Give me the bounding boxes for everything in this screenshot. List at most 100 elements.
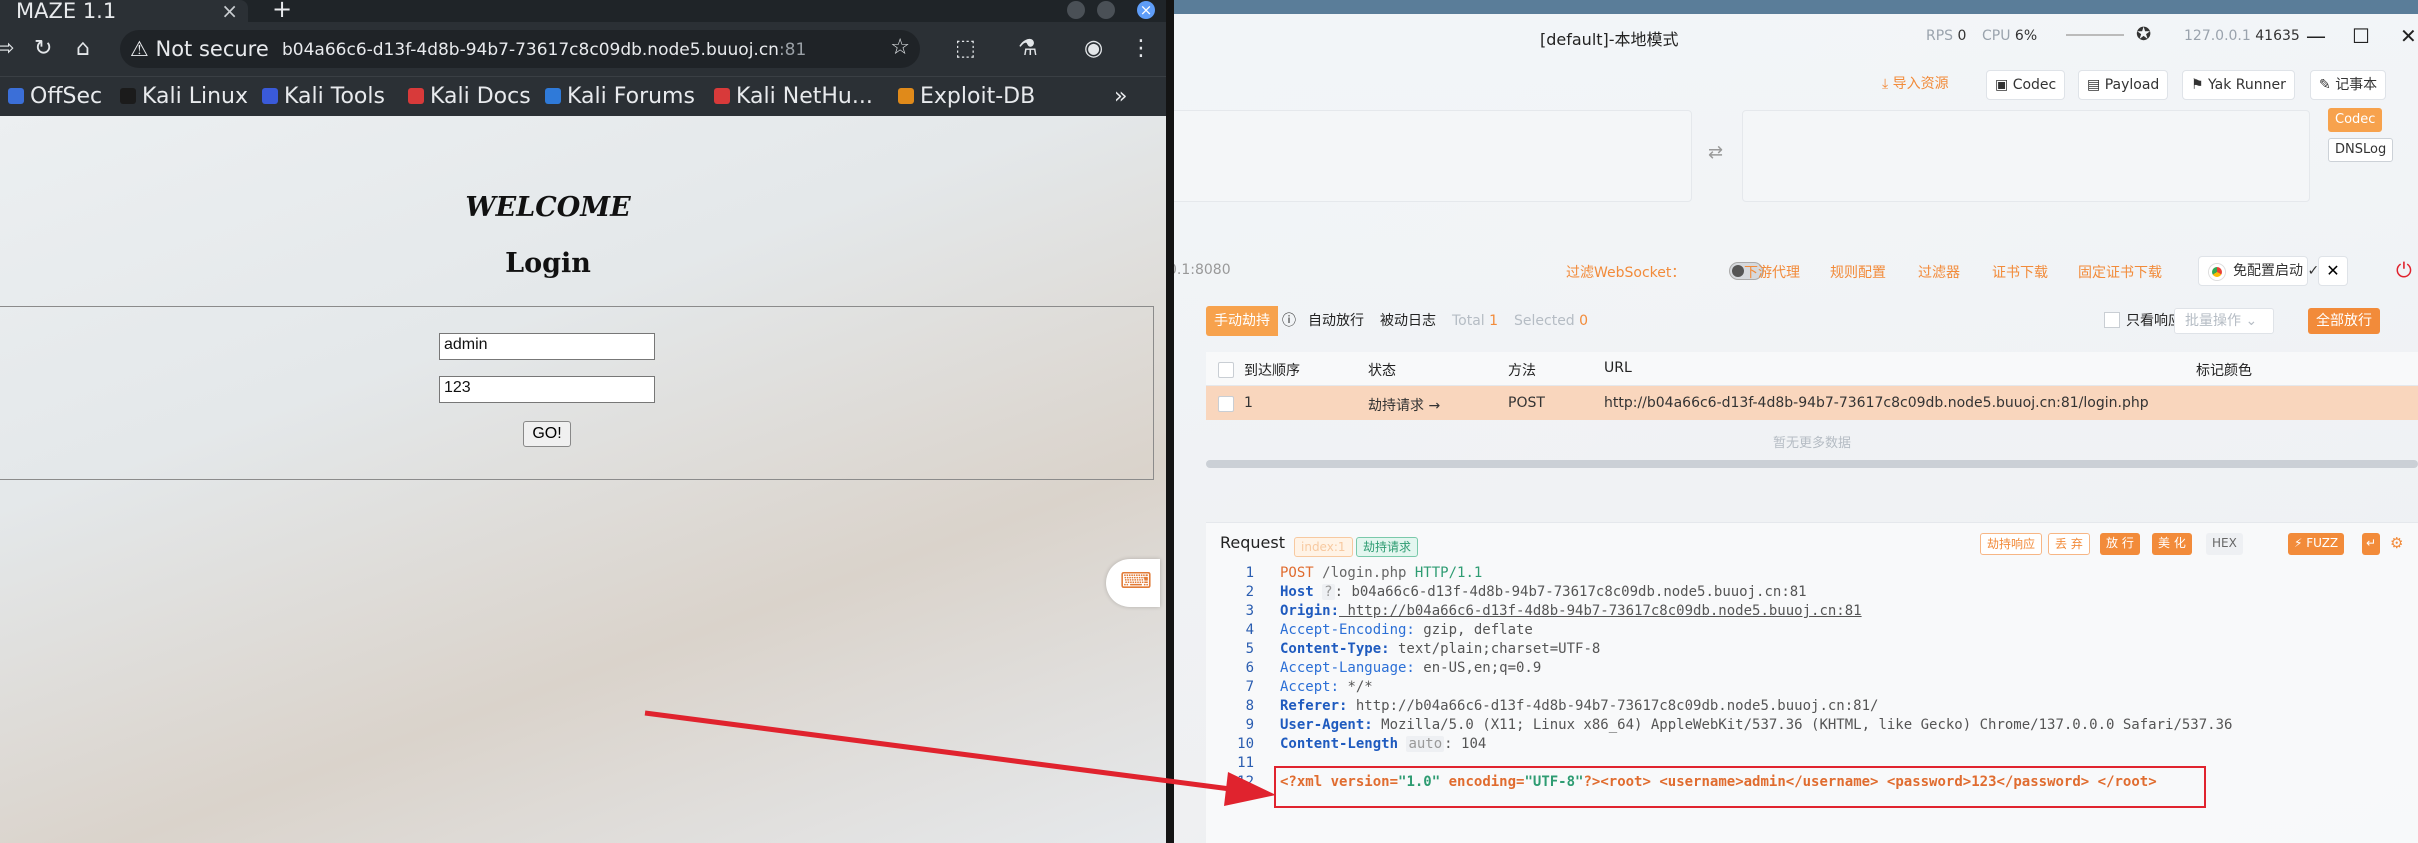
- codec-side-button[interactable]: Codec: [2328, 108, 2383, 132]
- bookmark-kali-tools[interactable]: Kali Tools: [262, 85, 385, 109]
- beautify-button[interactable]: 美 化: [2152, 533, 2192, 555]
- batch-operation-select[interactable]: 批量操作 ⌄: [2174, 308, 2274, 334]
- bookmark-kali-forums[interactable]: Kali Forums: [545, 85, 695, 109]
- dnslog-side-button[interactable]: DNSLog: [2328, 138, 2394, 162]
- labs-flask-icon[interactable]: ⚗: [1018, 34, 1038, 64]
- profile-icon[interactable]: ◉: [1084, 34, 1103, 64]
- engine-address: 127.0.0.1 41635: [2184, 28, 2300, 44]
- bookmarks-overflow-button[interactable]: »: [1114, 85, 1127, 109]
- total-value: 1: [1489, 313, 1499, 329]
- hex-button[interactable]: HEX: [2206, 533, 2243, 555]
- code-line: 6 Accept-Language: en-US,en;q=0.9: [1206, 660, 2418, 679]
- close-proxy-icon[interactable]: ✕: [2318, 256, 2348, 286]
- horizontal-scrollbar[interactable]: [1206, 460, 2418, 468]
- table-header: 到达顺序 状态 方法 URL 标记颜色: [1206, 352, 2418, 386]
- go-button[interactable]: GO!: [523, 421, 571, 447]
- table-row[interactable]: 1 劫持请求 → POST http://b04a66c6-d13f-4d8b-…: [1206, 386, 2418, 420]
- passive-log-button[interactable]: 被动日志: [1380, 306, 1436, 336]
- line-number: 11: [1237, 755, 1254, 771]
- power-icon[interactable]: ⏻: [2396, 258, 2412, 282]
- swap-icon[interactable]: ⇄: [1708, 142, 1723, 163]
- bookmarks-bar: OffSec Kali Linux Kali Tools Kali Docs K…: [0, 76, 1166, 116]
- free-config-start-button[interactable]: 免配置启动 ✓: [2198, 256, 2319, 286]
- hijack-response-button[interactable]: 劫持响应: [1980, 533, 2043, 555]
- codec-output-panel[interactable]: [1742, 110, 2310, 202]
- codec-button[interactable]: ▣ Codec: [1986, 70, 2066, 100]
- bookmark-star-icon[interactable]: ☆: [890, 35, 910, 60]
- new-tab-button[interactable]: +: [272, 0, 292, 21]
- bookmark-label: OffSec: [30, 84, 103, 109]
- minimize-icon[interactable]: —: [2306, 24, 2326, 48]
- col-color-mark[interactable]: 标记颜色: [2196, 360, 2252, 380]
- password-input[interactable]: 123: [439, 376, 655, 403]
- bookmark-offsec[interactable]: OffSec: [8, 85, 102, 109]
- chrome-icon: [2209, 264, 2225, 280]
- header-key: Accept-Language:: [1280, 660, 1415, 676]
- cpu-value: 6%: [2014, 28, 2038, 44]
- filter-link[interactable]: 过滤器: [1918, 262, 1960, 282]
- code-line: 4 Accept-Encoding: gzip, deflate: [1206, 622, 2418, 641]
- col-order[interactable]: 到达顺序: [1244, 360, 1300, 380]
- bookmark-kali-docs[interactable]: Kali Docs: [408, 85, 531, 109]
- request-header: Request index:1 劫持请求 劫持响应 丢 弃 放 行 美 化 HE…: [1206, 523, 2418, 565]
- index-tag: index:1: [1294, 537, 1353, 557]
- close-window-button[interactable]: ×: [1137, 1, 1155, 19]
- browser-window: MAZE 1.1 × + × ⇨ ↻ ⌂ ⚠ Not secure b04a66…: [0, 0, 1166, 843]
- only-response-checkbox[interactable]: 只看响应: [2104, 306, 2182, 336]
- release-all-button[interactable]: 全部放行: [2308, 308, 2380, 334]
- select-all-checkbox[interactable]: [1218, 362, 1234, 378]
- header-key: Content-Type:: [1280, 641, 1390, 657]
- settings-gear-icon[interactable]: ⚙: [2384, 533, 2409, 555]
- cert-download-link[interactable]: 证书下载: [1992, 262, 2048, 282]
- extensions-icon[interactable]: ⬚: [955, 34, 976, 64]
- downstream-proxy-link[interactable]: 下游代理: [1744, 262, 1800, 282]
- kali-tools-icon: [262, 88, 278, 104]
- hijack-table: 到达顺序 状态 方法 URL 标记颜色 1 劫持请求 → POST http:/…: [1206, 352, 2418, 468]
- minimize-window-button[interactable]: [1067, 1, 1085, 19]
- reload-icon[interactable]: ↻: [34, 34, 52, 64]
- col-method[interactable]: 方法: [1508, 360, 1536, 380]
- fixed-cert-download-link[interactable]: 固定证书下载: [2078, 262, 2162, 282]
- fuzz-button[interactable]: ⚡ FUZZ: [2288, 533, 2345, 555]
- send-icon[interactable]: ↵: [2362, 533, 2381, 555]
- browser-tab[interactable]: MAZE 1.1 ×: [0, 0, 248, 22]
- close-icon[interactable]: ✕: [2400, 24, 2417, 48]
- free-config-label: 免配置启动: [2233, 263, 2303, 279]
- bookmark-kali-nethunter[interactable]: Kali NetHu...: [714, 85, 873, 109]
- home-icon[interactable]: ⌂: [76, 34, 90, 64]
- hijack-request-tag: 劫持请求: [1356, 537, 1419, 557]
- bookmark-exploit-db[interactable]: Exploit-DB: [898, 85, 1035, 109]
- header-key: Referer:: [1280, 698, 1348, 714]
- codec-input-panel[interactable]: [1174, 110, 1692, 202]
- import-resource-button[interactable]: ⤓ 导入资源: [1874, 70, 1957, 100]
- http-method: POST: [1280, 565, 1314, 581]
- notepad-button[interactable]: ✎ 记事本: [2310, 70, 2387, 100]
- code-line: 9 User-Agent: Mozilla/5.0 (X11; Linux x86…: [1206, 717, 2418, 736]
- payload-button[interactable]: ▤ Payload: [2078, 70, 2169, 100]
- address-bar[interactable]: ⚠ Not secure b04a66c6-d13f-4d8b-94b7-736…: [120, 30, 920, 68]
- engine-status-icon[interactable]: ✪: [2136, 24, 2151, 45]
- discard-button[interactable]: 丢 弃: [2048, 533, 2090, 555]
- rule-config-link[interactable]: 规则配置: [1830, 262, 1886, 282]
- forward-icon[interactable]: ⇨: [0, 34, 14, 64]
- col-url[interactable]: URL: [1604, 360, 1632, 376]
- notepad-label: 记事本: [2335, 77, 2378, 93]
- code-line: 3 Origin: http://b04a66c6-d13f-4d8b-94b7-…: [1206, 603, 2418, 622]
- username-input[interactable]: admin: [439, 333, 655, 360]
- release-button[interactable]: 放 行: [2100, 533, 2140, 555]
- tab-close-icon[interactable]: ×: [221, 0, 238, 22]
- security-warning[interactable]: ⚠ Not secure: [130, 37, 269, 61]
- manual-hijack-button[interactable]: 手动劫持: [1206, 306, 1278, 336]
- maximize-icon[interactable]: ☐: [2352, 24, 2370, 48]
- desktop-strip: [1174, 0, 2418, 14]
- menu-kebab-icon[interactable]: ⋮: [1130, 34, 1152, 64]
- offsec-icon: [8, 88, 24, 104]
- yakit-floating-widget[interactable]: ⌨: [1106, 559, 1160, 607]
- row-checkbox[interactable]: [1218, 396, 1234, 412]
- auto-release-button[interactable]: 自动放行: [1308, 306, 1364, 336]
- cpu-stat: CPU 6%: [1982, 28, 2037, 44]
- col-status[interactable]: 状态: [1368, 360, 1396, 380]
- bookmark-kali-linux[interactable]: Kali Linux: [120, 85, 248, 109]
- maximize-window-button[interactable]: [1097, 1, 1115, 19]
- yak-runner-button[interactable]: ⚑ Yak Runner: [2182, 70, 2295, 100]
